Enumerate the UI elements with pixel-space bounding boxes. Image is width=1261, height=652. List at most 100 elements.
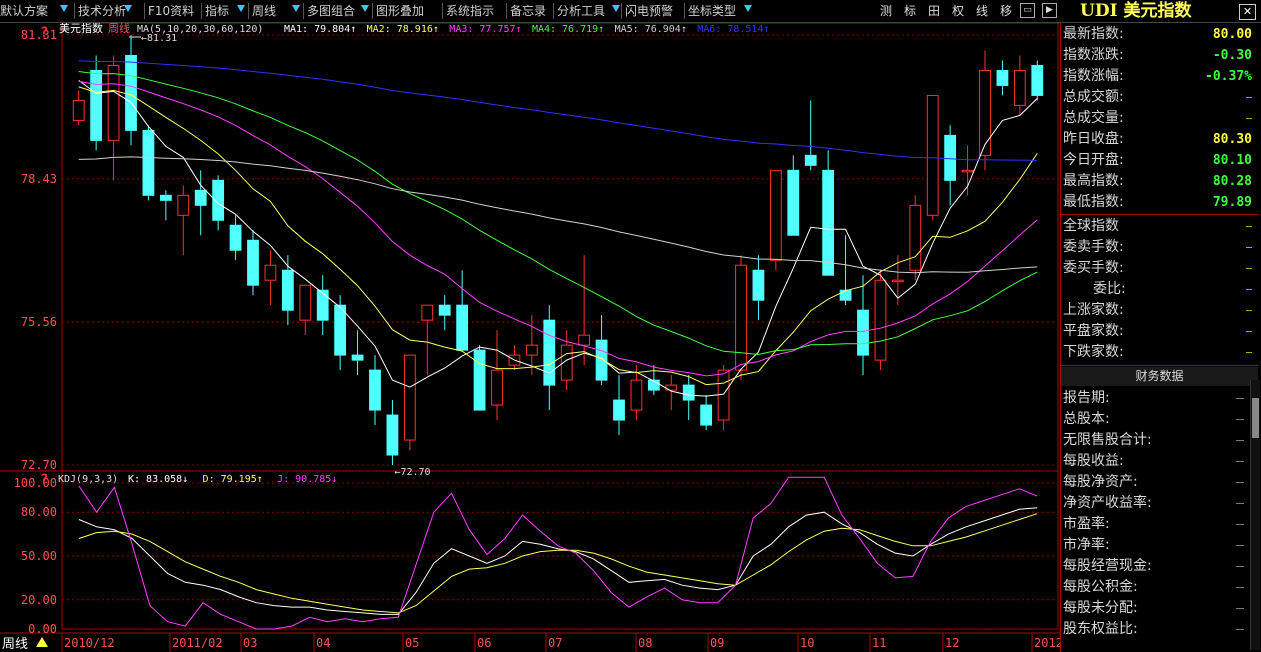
kdj-tick-label: 20.00 xyxy=(21,593,57,607)
quote-value: 80.30 xyxy=(1212,132,1252,147)
x-axis-label: 2010/12 xyxy=(64,636,115,650)
help-icon[interactable]: ? xyxy=(40,472,48,488)
candle xyxy=(717,369,730,421)
quote-value: 80.00 xyxy=(1212,27,1252,42)
price-pane-frame xyxy=(61,23,1059,472)
candle xyxy=(752,269,765,301)
toolbar-button-0[interactable]: 默认方案 xyxy=(0,2,48,20)
x-axis-label: 12 xyxy=(945,636,959,650)
toolbar-separator xyxy=(442,3,443,19)
toolbar-button-2[interactable]: F10资料 xyxy=(148,2,194,20)
toolbar-button-11[interactable]: 坐标类型 xyxy=(688,2,736,20)
financial-value: — xyxy=(1236,538,1244,553)
tool-icon-2[interactable]: 田 xyxy=(926,3,942,19)
scrollbar-thumb[interactable] xyxy=(1252,398,1259,438)
x-axis-label: 2011/02 xyxy=(172,636,223,650)
toolbar-button-5[interactable]: 多图组合 xyxy=(307,2,355,20)
empty-value xyxy=(1246,247,1252,248)
global-label: 全球指数 xyxy=(1063,218,1119,234)
tool-icon-3[interactable]: 权 xyxy=(950,3,966,19)
brand-code: UDI xyxy=(1080,1,1118,21)
candle xyxy=(491,369,503,406)
x-axis-label: 07 xyxy=(548,636,562,650)
help-icon[interactable]: ? xyxy=(40,25,48,41)
x-axis-label: 10 xyxy=(800,636,814,650)
candle xyxy=(822,169,835,276)
dropdown-arrow-icon[interactable] xyxy=(361,5,369,12)
candle xyxy=(996,69,1009,86)
global-label: 平盘家数: xyxy=(1063,323,1124,339)
candle xyxy=(107,64,120,141)
global-label: 委买手数: xyxy=(1063,260,1124,276)
candle xyxy=(525,344,538,356)
global-row: 委买手数: xyxy=(1061,258,1258,279)
next-icon[interactable]: ▶ xyxy=(1042,3,1057,18)
financial-label: 股东权益比: xyxy=(1063,621,1138,637)
toolbar-button-10[interactable]: 闪电预警 xyxy=(625,2,673,20)
quote-row: 指数涨跌: -0.30 xyxy=(1061,45,1258,66)
period-tab[interactable]: 周线 xyxy=(2,637,28,652)
toolbar-separator xyxy=(553,3,554,19)
toolbar-button-1[interactable]: 技术分析 xyxy=(78,2,126,20)
toolbar-separator xyxy=(248,3,249,19)
financial-row: 股东权益比: — xyxy=(1061,619,1258,640)
candle xyxy=(90,69,103,141)
quote-row: 最低指数: 79.89 xyxy=(1061,192,1258,213)
tool-icon-1[interactable]: 标 xyxy=(902,3,918,19)
dropdown-arrow-icon[interactable] xyxy=(60,5,68,12)
candle xyxy=(961,169,974,173)
candle xyxy=(979,69,991,156)
dropdown-arrow-icon[interactable] xyxy=(124,5,132,12)
toolbar-button-7[interactable]: 系统指示 xyxy=(446,2,494,20)
tool-icon-4[interactable]: 线 xyxy=(974,3,990,19)
global-label: 上涨家数: xyxy=(1063,302,1124,318)
financial-label: 每股经营现金: xyxy=(1063,558,1152,574)
kdj-value-d: D: 79.195↑ xyxy=(203,474,263,485)
dropdown-arrow-icon[interactable] xyxy=(237,5,245,12)
toolbar-button-9[interactable]: 分析工具 xyxy=(557,2,605,20)
candle xyxy=(787,169,800,236)
price-tick-label: 75.56 xyxy=(21,315,57,329)
financial-row: 每股收益: — xyxy=(1061,451,1258,472)
dropdown-arrow-icon[interactable] xyxy=(292,5,300,12)
candle xyxy=(473,349,486,411)
chart-area[interactable]: 81.3178.4375.5672.70100.0080.0050.0020.0… xyxy=(0,23,1060,652)
global-label: 下跌家数: xyxy=(1063,344,1124,360)
kdj-line-k xyxy=(78,507,1038,615)
financial-value: — xyxy=(1236,412,1244,427)
dropdown-arrow-icon[interactable] xyxy=(612,5,620,12)
candle xyxy=(212,179,225,221)
toolbar-button-3[interactable]: 指标 xyxy=(205,2,229,20)
window-icon[interactable]: ▭ xyxy=(1020,3,1035,18)
period-up-icon[interactable] xyxy=(36,637,48,647)
panel-divider xyxy=(1061,214,1258,215)
x-axis-label: 08 xyxy=(638,636,652,650)
toolbar-button-4[interactable]: 周线 xyxy=(252,2,276,20)
financial-row: 总股本: — xyxy=(1061,409,1258,430)
close-icon[interactable]: ✕ xyxy=(1239,4,1256,20)
financial-scrollbar[interactable] xyxy=(1250,380,1260,650)
quote-label: 指数涨跌: xyxy=(1063,47,1124,63)
toolbar-button-8[interactable]: 备忘录 xyxy=(510,2,546,20)
tool-icon-0[interactable]: 测 xyxy=(878,3,894,19)
brand-title: UDI 美元指数 xyxy=(1080,0,1191,22)
toolbar-separator xyxy=(201,3,202,19)
candle xyxy=(351,354,364,361)
global-row: 上涨家数: xyxy=(1061,300,1258,321)
ma-line-6 xyxy=(78,60,1038,161)
kdj-line-d xyxy=(78,513,1038,614)
global-label: 委卖手数: xyxy=(1063,239,1124,255)
empty-value xyxy=(1246,268,1252,269)
quote-label: 总成交量: xyxy=(1063,110,1124,126)
dropdown-arrow-icon[interactable] xyxy=(744,5,752,12)
global-row: 平盘家数: xyxy=(1061,321,1258,342)
tool-icon-5[interactable]: 移 xyxy=(998,3,1014,19)
global-row: 委比: xyxy=(1061,279,1258,300)
toolbar-button-6[interactable]: 图形叠加 xyxy=(376,2,424,20)
candle xyxy=(578,334,591,346)
financial-label: 每股净资产: xyxy=(1063,474,1138,490)
empty-value xyxy=(1246,226,1252,227)
candle xyxy=(1013,69,1026,106)
toolbar-separator xyxy=(684,3,685,19)
toolbar-separator xyxy=(303,3,304,19)
